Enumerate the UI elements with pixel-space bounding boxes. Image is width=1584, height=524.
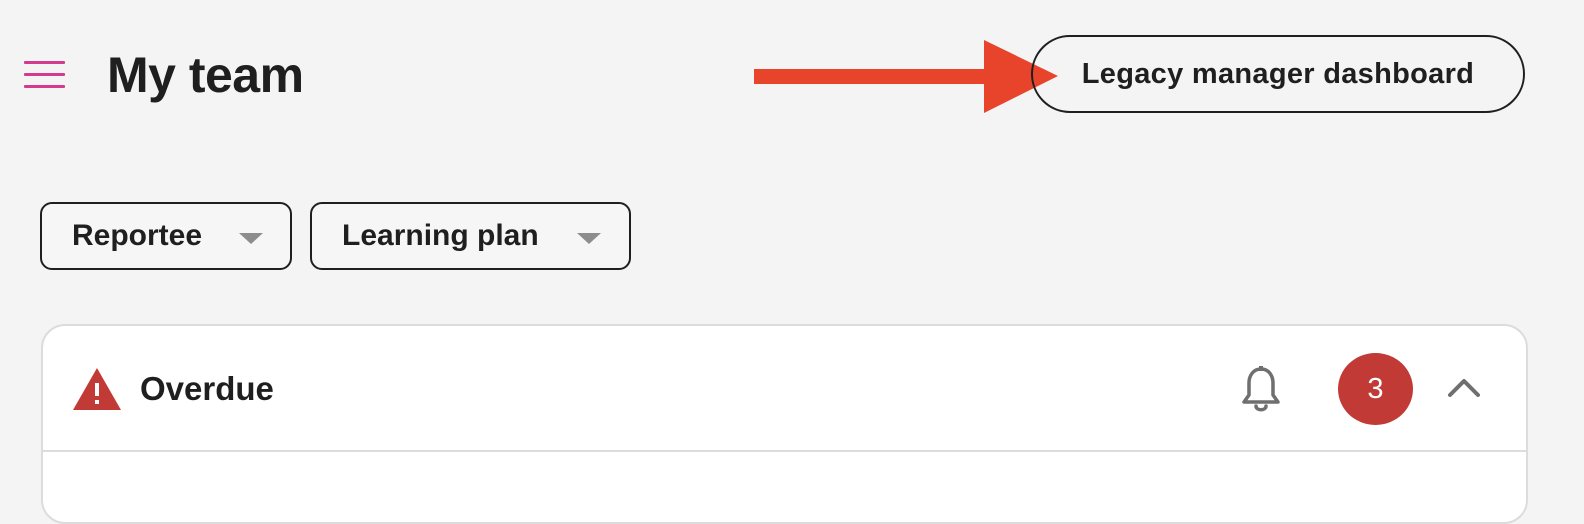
- caret-down-icon: [239, 233, 263, 244]
- hamburger-line: [24, 61, 65, 64]
- warning-icon: [73, 368, 121, 410]
- page-title: My team: [107, 47, 304, 103]
- reportee-filter-dropdown[interactable]: Reportee: [40, 202, 292, 270]
- hamburger-line: [24, 85, 65, 88]
- bell-icon[interactable]: [1240, 366, 1282, 414]
- learning-plan-filter-label: Learning plan: [342, 219, 539, 252]
- hamburger-line: [24, 73, 65, 76]
- overdue-section-header[interactable]: Overdue 3: [43, 326, 1526, 452]
- hamburger-menu-icon[interactable]: [24, 61, 66, 91]
- overdue-section-card: Overdue 3: [41, 324, 1528, 524]
- legacy-manager-dashboard-button[interactable]: Legacy manager dashboard: [1031, 35, 1525, 113]
- overdue-section-title: Overdue: [140, 370, 274, 407]
- reportee-filter-label: Reportee: [72, 219, 203, 252]
- arrow-right-icon: [754, 40, 1058, 113]
- learning-plan-filter-dropdown[interactable]: Learning plan: [310, 202, 631, 270]
- overdue-count-badge: 3: [1338, 353, 1413, 425]
- caret-down-icon: [577, 233, 601, 244]
- chevron-up-icon[interactable]: [1447, 376, 1481, 398]
